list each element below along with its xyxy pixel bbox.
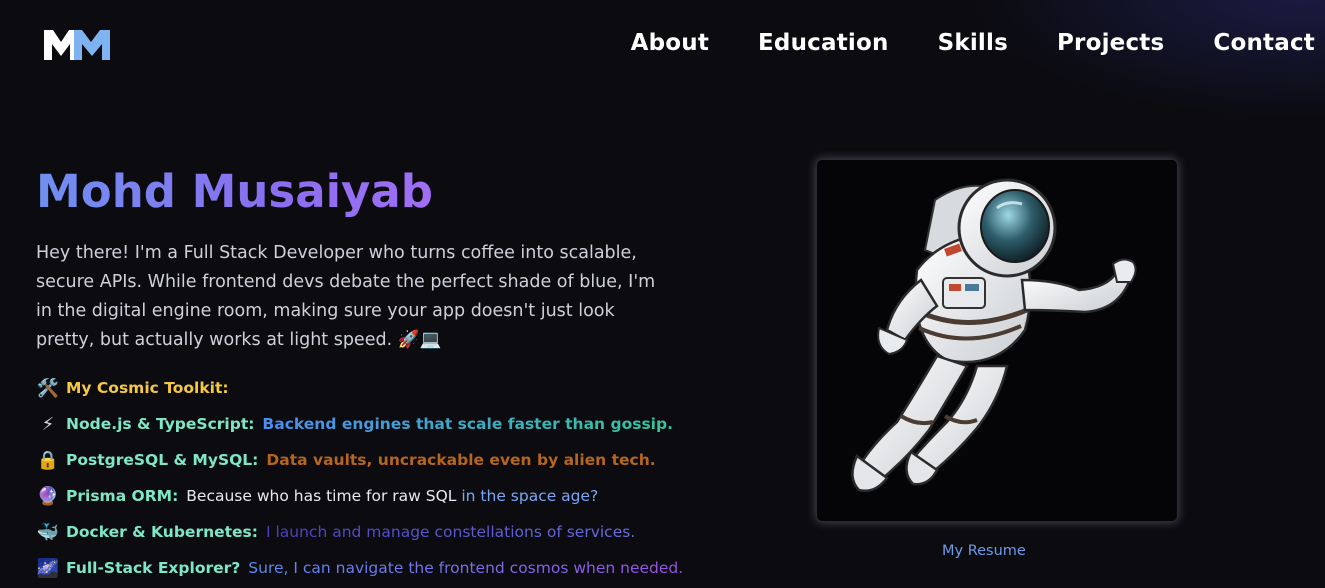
list-item: 🌌 Full-Stack Explorer? Sure, I can navig… [36,550,736,586]
crystal-ball-icon: 🔮 [36,485,60,507]
hero-intro: Hey there! I'm a Full Stack Developer wh… [36,243,656,350]
nav-contact[interactable]: Contact [1213,28,1315,58]
lightning-icon: ⚡ [41,413,55,435]
skill-label: Docker & Kubernetes: [66,523,258,541]
nav-about[interactable]: About [631,28,709,58]
skill-description: I launch and manage constellations of se… [265,523,636,541]
resume-link[interactable]: My Resume [942,543,1026,559]
skill-description: Sure, I can navigate the frontend cosmos… [248,559,684,577]
skill-description: Because who has time for raw SQL in the … [186,487,598,505]
skill-description-part: Because who has time for raw SQL [186,487,462,505]
lock-icon: 🔒 [36,449,60,471]
tools-icon: 🛠️ [36,377,60,399]
list-item: 🐳 Docker & Kubernetes: I launch and mana… [36,514,736,550]
toolkit-title: My Cosmic Toolkit: [66,379,229,397]
astronaut-image-card [816,159,1178,522]
skill-description: Data vaults, uncrackable even by alien t… [266,451,656,469]
cosmic-toolkit: 🛠️ My Cosmic Toolkit: ⚡ Node.js & TypeSc… [36,370,736,586]
list-item: 🔮 Prisma ORM: Because who has time for r… [36,478,736,514]
hero-name: Mohd Musaiyab [36,165,433,218]
skill-label: Node.js & TypeScript: [66,415,255,433]
nav-skills[interactable]: Skills [938,28,1008,58]
list-item: 🔒 PostgreSQL & MySQL: Data vaults, uncra… [36,442,736,478]
main-nav: About Education Skills Projects Contact [631,28,1315,58]
nav-education[interactable]: Education [758,28,889,58]
skill-description-highlight: in the space age? [461,487,599,505]
skill-label: Full-Stack Explorer? [66,559,241,577]
whale-icon: 🐳 [36,521,60,543]
nav-projects[interactable]: Projects [1057,28,1164,58]
astronaut-illustration [851,178,1137,492]
mm-logo[interactable] [44,28,112,60]
toolkit-title-row: 🛠️ My Cosmic Toolkit: [36,370,736,406]
list-item: ⚡ Node.js & TypeScript: Backend engines … [36,406,736,442]
galaxy-icon: 🌌 [36,557,60,579]
skill-label: Prisma ORM: [66,487,179,505]
site-header: About Education Skills Projects Contact [0,0,1325,88]
skill-description: Backend engines that scale faster than g… [262,415,673,433]
skill-label: PostgreSQL & MySQL: [66,451,259,469]
